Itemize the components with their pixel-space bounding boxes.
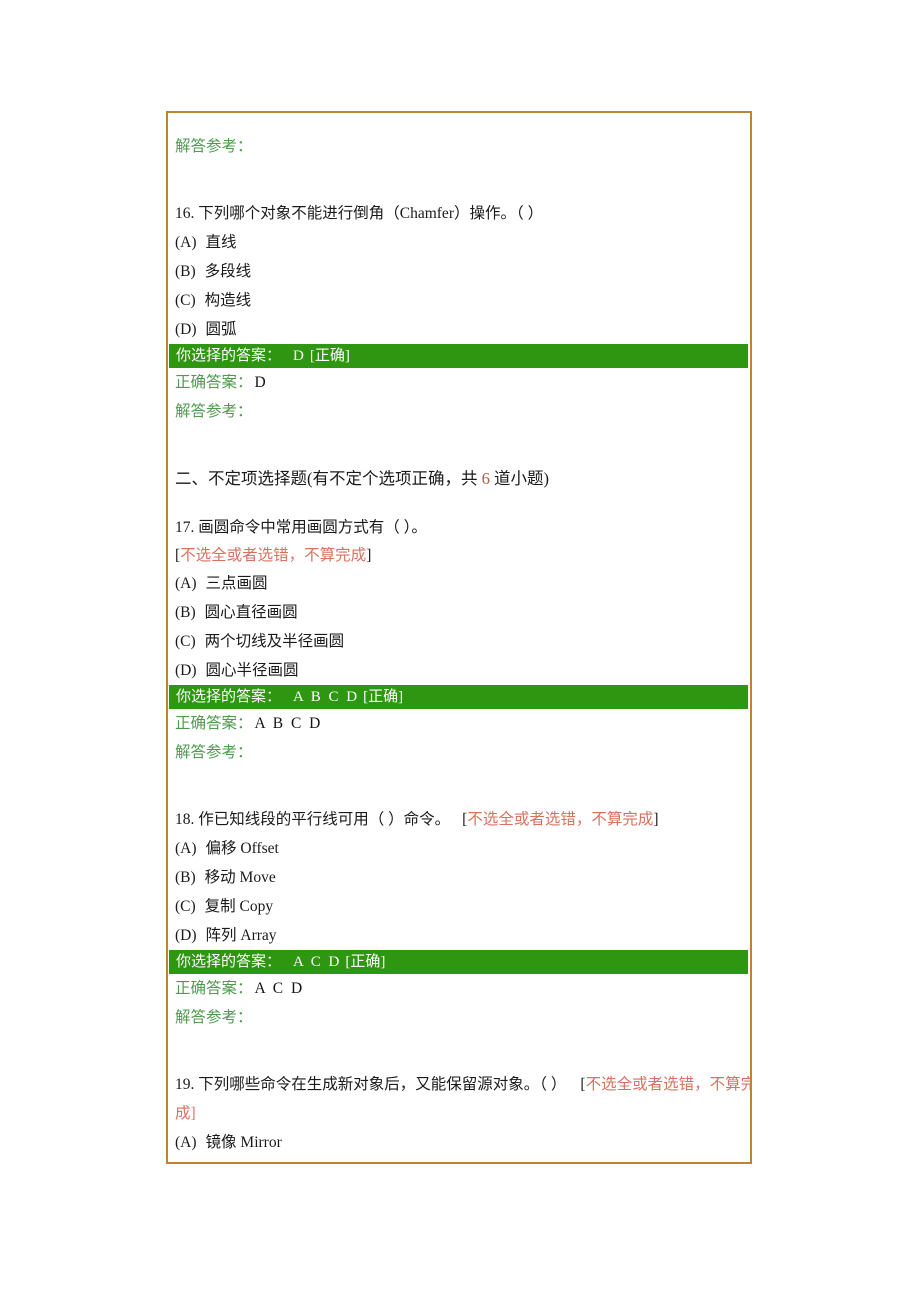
question-17-title: 17. 画圆命令中常用画圆方式有（ ）。 bbox=[175, 519, 427, 536]
note-text: 不选全或者选错，不算完成 bbox=[180, 547, 367, 564]
selected-answer-flag: [正确] bbox=[309, 348, 350, 364]
option-key: (D) bbox=[175, 662, 197, 679]
option-text: 移动 Move bbox=[204, 869, 276, 886]
question-18-correct-answer: 正确答案： A C D bbox=[168, 974, 750, 1003]
section-two-prefix: 二、不定项选择题(有不定个选项正确，共 bbox=[175, 469, 482, 488]
option-key: (C) bbox=[175, 633, 196, 650]
question-17-option-d[interactable]: (D) 圆心半径画圆 bbox=[168, 656, 750, 685]
correct-answer-label: 正确答案： bbox=[175, 715, 253, 732]
question-17-note: [不选全或者选错，不算完成] bbox=[168, 542, 750, 569]
option-text: 圆心半径画圆 bbox=[205, 662, 299, 679]
option-key: (C) bbox=[175, 898, 196, 915]
exam-review-panel: 解答参考： 16. 下列哪个对象不能进行倒角（Chamfer）操作。（ ） (A… bbox=[166, 111, 752, 1164]
section-two-count: 6 bbox=[481, 469, 490, 488]
question-17-correct-answer: 正确答案： A B C D bbox=[168, 709, 750, 738]
question-19-option-b[interactable]: (B) 阵列 Array bbox=[168, 1157, 750, 1164]
option-text: 圆心直径画圆 bbox=[204, 604, 298, 621]
question-16-option-d[interactable]: (D) 圆弧 bbox=[168, 315, 750, 344]
option-text: 复制 Copy bbox=[204, 898, 274, 915]
gap-before-q16 bbox=[168, 161, 750, 199]
question-18-option-d[interactable]: (D) 阵列 Array bbox=[168, 921, 750, 950]
question-16-selected-answer-bar: 你选择的答案： D [正确] bbox=[169, 344, 748, 368]
option-key: (A) bbox=[175, 840, 197, 857]
correct-answer-value: D bbox=[254, 374, 268, 391]
option-text: 多段线 bbox=[204, 263, 252, 280]
option-key: (D) bbox=[175, 321, 197, 338]
selected-answer-label: 你选择的答案： bbox=[176, 954, 282, 970]
option-key: (A) bbox=[175, 1134, 197, 1151]
option-text: 阵列 Array bbox=[205, 927, 277, 944]
question-19-option-a[interactable]: (A) 镜像 Mirror bbox=[168, 1128, 750, 1157]
option-text: 直线 bbox=[205, 234, 237, 251]
option-key: (B) bbox=[175, 263, 196, 280]
selected-answer-label: 你选择的答案： bbox=[176, 348, 282, 364]
option-key: (B) bbox=[175, 869, 196, 886]
question-18-title: 18. 作已知线段的平行线可用（ ）命令。 bbox=[175, 811, 451, 828]
section-two-heading: 二、不定项选择题(有不定个选项正确，共 6 道小题) bbox=[168, 464, 750, 494]
note-text: 不选全或者选错，不算完成 bbox=[467, 811, 654, 828]
selected-answer-value: A B C D bbox=[293, 689, 360, 705]
note-close-bracket: ] bbox=[366, 547, 372, 564]
gap-before-section-two bbox=[168, 426, 750, 464]
selected-answer-flag: [正确] bbox=[363, 689, 404, 705]
question-17-option-a[interactable]: (A) 三点画圆 bbox=[168, 569, 750, 598]
option-text: 两个切线及半径画圆 bbox=[204, 633, 345, 650]
question-18-reference-label: 解答参考： bbox=[175, 1009, 253, 1026]
option-key: (C) bbox=[175, 292, 196, 309]
option-key: (D) bbox=[175, 927, 197, 944]
note-close-bracket: ] bbox=[653, 811, 659, 828]
question-16-reference-label: 解答参考： bbox=[175, 403, 253, 420]
selected-answer-flag: [正确] bbox=[345, 954, 386, 970]
question-16-option-c[interactable]: (C) 构造线 bbox=[168, 286, 750, 315]
reference-label-q15: 解答参考： bbox=[175, 138, 253, 155]
gap-before-q19 bbox=[168, 1032, 750, 1070]
question-18-selected-answer-bar: 你选择的答案： A C D [正确] bbox=[169, 950, 748, 974]
top-spacer bbox=[168, 113, 750, 132]
correct-answer-value: A C D bbox=[254, 980, 305, 997]
question-17-option-c[interactable]: (C) 两个切线及半径画圆 bbox=[168, 627, 750, 656]
question-16-correct-answer: 正确答案： D bbox=[168, 368, 750, 397]
note-close-bracket: ] bbox=[190, 1105, 196, 1122]
question-18-title-row: 18. 作已知线段的平行线可用（ ）命令。 [不选全或者选错，不算完成] bbox=[168, 805, 750, 834]
option-key: (A) bbox=[175, 234, 197, 251]
option-text: 圆弧 bbox=[205, 321, 237, 338]
question-17-reference-label: 解答参考： bbox=[175, 744, 253, 761]
section-two-suffix: 道小题) bbox=[489, 469, 549, 488]
option-text: 镜像 Mirror bbox=[205, 1134, 282, 1151]
exam-content: 解答参考： 16. 下列哪个对象不能进行倒角（Chamfer）操作。（ ） (A… bbox=[168, 113, 750, 1162]
question-16-option-b[interactable]: (B) 多段线 bbox=[168, 257, 750, 286]
option-text: 构造线 bbox=[204, 292, 252, 309]
question-18-option-a[interactable]: (A) 偏移 Offset bbox=[168, 834, 750, 863]
selected-answer-value: A C D bbox=[293, 954, 342, 970]
correct-answer-label: 正确答案： bbox=[175, 374, 253, 391]
selected-answer-value: D bbox=[293, 348, 306, 364]
gap-before-q18 bbox=[168, 767, 750, 805]
question-17-selected-answer-bar: 你选择的答案： A B C D [正确] bbox=[169, 685, 748, 709]
question-18-option-c[interactable]: (C) 复制 Copy bbox=[168, 892, 750, 921]
option-key: (B) bbox=[175, 1163, 196, 1164]
option-text: 阵列 Array bbox=[205, 1163, 276, 1164]
correct-answer-label: 正确答案： bbox=[175, 980, 253, 997]
option-text: 偏移 Offset bbox=[205, 840, 279, 857]
question-18-option-b[interactable]: (B) 移动 Move bbox=[168, 863, 750, 892]
question-17-option-b[interactable]: (B) 圆心直径画圆 bbox=[168, 598, 750, 627]
option-text: 三点画圆 bbox=[205, 575, 268, 592]
gap-before-q17 bbox=[168, 494, 750, 513]
option-key: (B) bbox=[175, 604, 196, 621]
question-19-title-row: 19. 下列哪些命令在生成新对象后，又能保留源对象。（ ） [不选全或者选错，不算… bbox=[168, 1070, 750, 1128]
selected-answer-label: 你选择的答案： bbox=[176, 689, 282, 705]
question-16-title: 16. 下列哪个对象不能进行倒角（Chamfer）操作。（ ） bbox=[175, 205, 544, 222]
option-key: (A) bbox=[175, 575, 197, 592]
question-19-title: 19. 下列哪些命令在生成新对象后，又能保留源对象。（ ） bbox=[175, 1076, 567, 1093]
question-16-option-a[interactable]: (A) 直线 bbox=[168, 228, 750, 257]
correct-answer-value: A B C D bbox=[254, 715, 323, 732]
